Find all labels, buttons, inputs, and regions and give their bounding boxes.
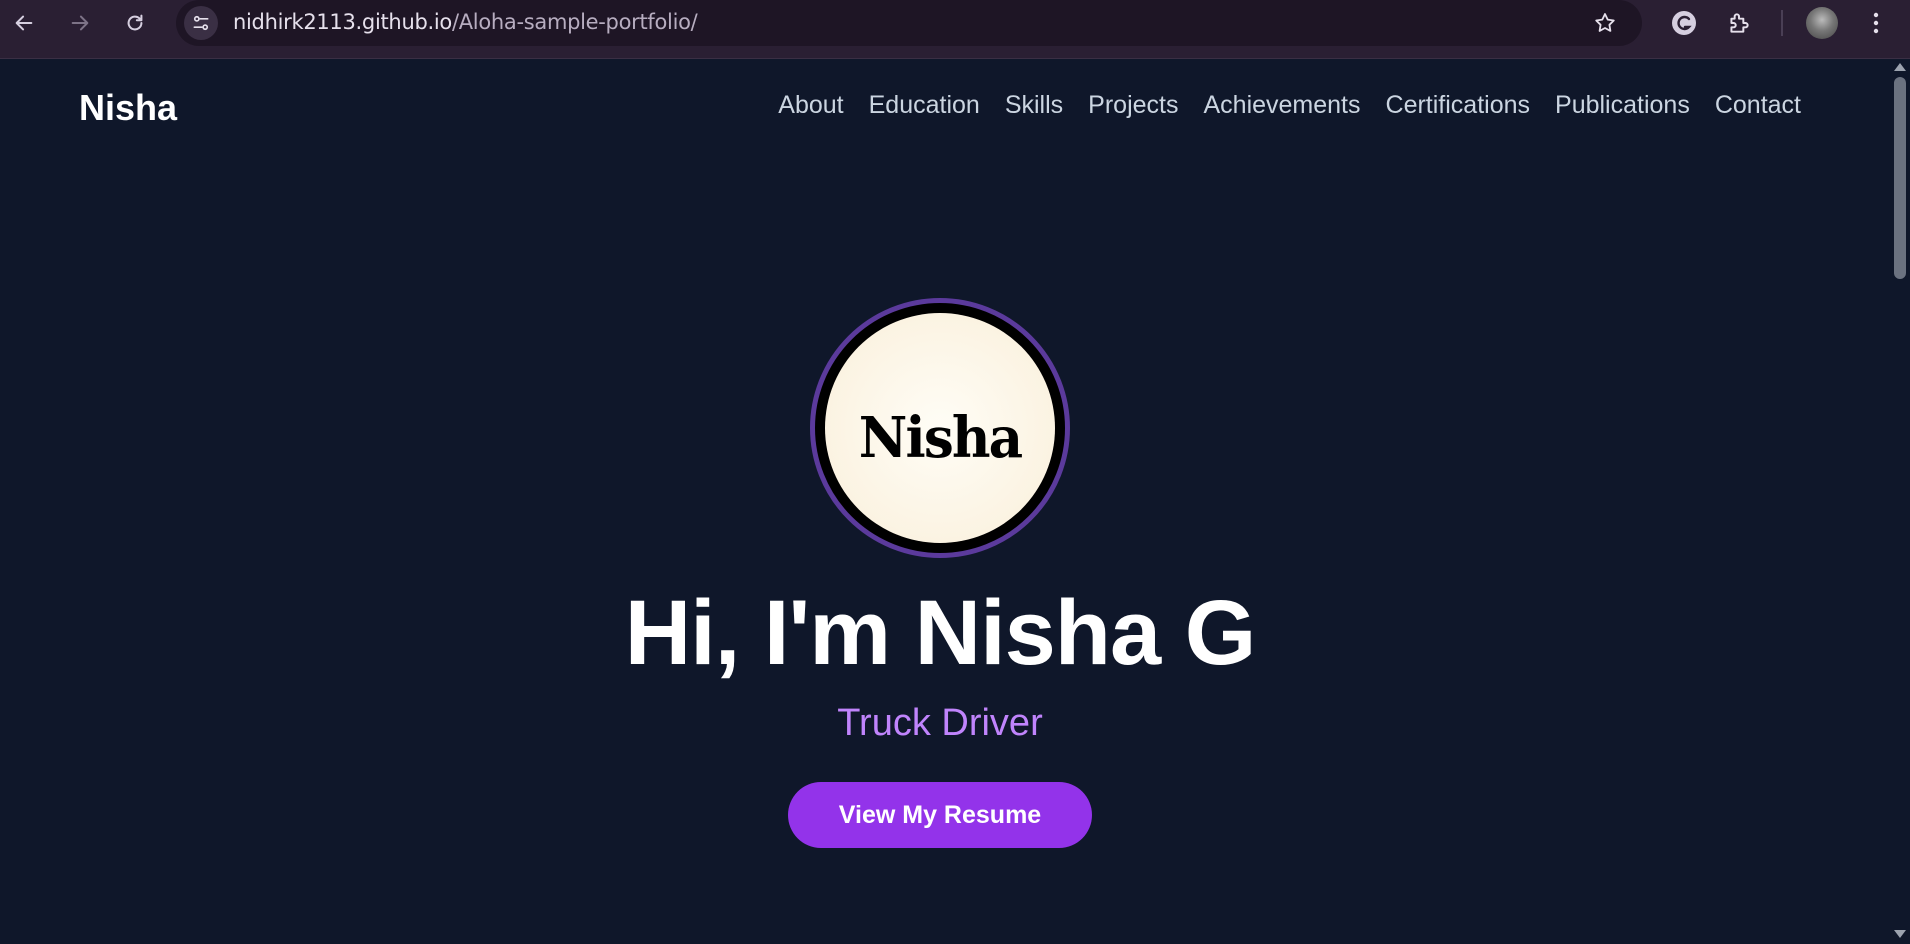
reload-icon xyxy=(127,14,143,31)
scroll-up-arrow-icon[interactable] xyxy=(1894,63,1906,71)
kebab-icon xyxy=(1873,12,1879,34)
page-scrollbar[interactable] xyxy=(1890,59,1910,944)
profile-photo: Nisha xyxy=(810,298,1070,558)
nav-projects[interactable]: Projects xyxy=(1088,91,1178,120)
nav-certifications[interactable]: Certifications xyxy=(1386,91,1531,120)
nav-education[interactable]: Education xyxy=(869,91,980,120)
address-bar[interactable]: nidhirk2113.github.io/Aloha-sample-portf… xyxy=(176,0,1642,46)
scroll-down-arrow-icon[interactable] xyxy=(1894,930,1906,938)
forward-button[interactable] xyxy=(63,6,97,40)
scrollbar-thumb[interactable] xyxy=(1894,77,1906,279)
url-host: nidhirk2113.github.io xyxy=(233,10,452,34)
tune-icon xyxy=(193,15,209,31)
puzzle-icon xyxy=(1730,13,1749,33)
url-text[interactable]: nidhirk2113.github.io/Aloha-sample-portf… xyxy=(233,10,698,34)
grammarly-icon xyxy=(1672,11,1696,35)
nav-contact[interactable]: Contact xyxy=(1715,91,1801,120)
toolbar-divider xyxy=(1781,10,1783,36)
avatar[interactable] xyxy=(1806,7,1838,39)
brand-logo[interactable]: Nisha xyxy=(79,87,177,129)
url-path: /Aloha-sample-portfolio/ xyxy=(451,10,698,34)
nav-publications[interactable]: Publications xyxy=(1555,91,1690,120)
nav-skills[interactable]: Skills xyxy=(1005,91,1063,120)
site-info-button[interactable] xyxy=(184,6,218,40)
hero-title: Hi, I'm Nisha G xyxy=(624,582,1257,684)
star-icon xyxy=(1595,13,1615,32)
view-resume-button[interactable]: View My Resume xyxy=(788,782,1092,848)
reload-button[interactable] xyxy=(118,6,152,40)
nav-about[interactable]: About xyxy=(778,91,843,120)
bookmark-button[interactable] xyxy=(1590,8,1620,38)
arrow-right-icon xyxy=(71,15,89,31)
logo-wordmark: Nisha xyxy=(858,405,1023,471)
back-button[interactable] xyxy=(7,6,41,40)
profile-photo-inner: Nisha xyxy=(825,313,1055,543)
arrow-left-icon xyxy=(15,15,33,31)
nav-achievements[interactable]: Achievements xyxy=(1203,91,1360,120)
browser-toolbar: nidhirk2113.github.io/Aloha-sample-portf… xyxy=(0,0,1910,59)
grammarly-extension-button[interactable] xyxy=(1667,6,1701,40)
hero-subtitle: Truck Driver xyxy=(837,702,1043,744)
browser-menu-button[interactable] xyxy=(1859,6,1893,40)
extensions-button[interactable] xyxy=(1722,6,1756,40)
site-header: Nisha About Education Skills Projects Ac… xyxy=(0,59,1890,159)
main-nav: About Education Skills Projects Achievem… xyxy=(778,91,1801,120)
